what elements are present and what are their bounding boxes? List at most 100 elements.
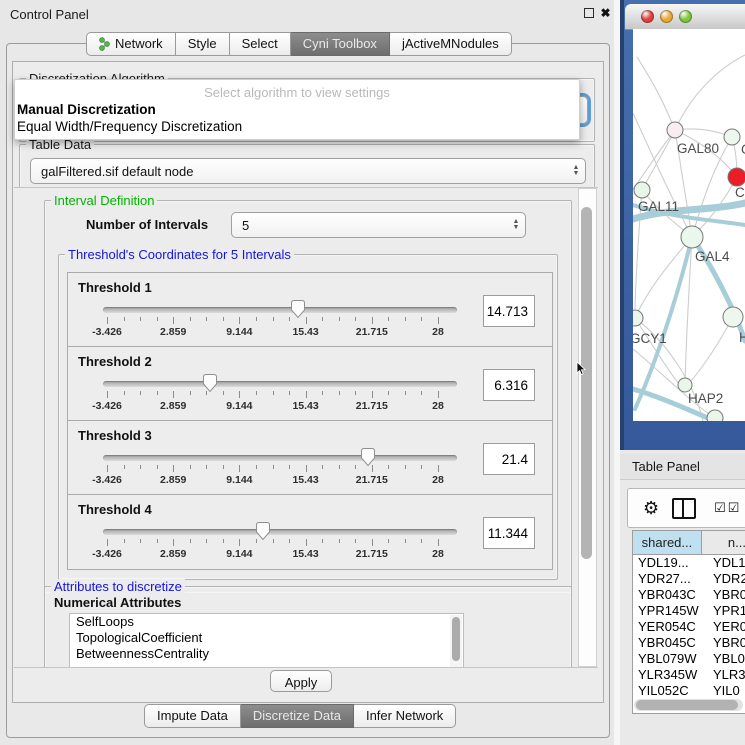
threshold-value-field[interactable]: 11.344 bbox=[483, 517, 535, 549]
table-data-combobox[interactable]: galFiltered.sif default node ▲▼ bbox=[30, 158, 586, 184]
tab-select[interactable]: Select bbox=[230, 32, 291, 56]
network-icon bbox=[99, 37, 110, 51]
column-header-name[interactable]: n... bbox=[702, 531, 745, 554]
column-header-shared[interactable]: shared... bbox=[633, 531, 702, 554]
window-title: Control Panel bbox=[10, 7, 89, 22]
apply-button[interactable]: Apply bbox=[270, 670, 332, 692]
cell-shared-name: YBR043C bbox=[633, 587, 708, 603]
threshold-value-field[interactable]: 21.4 bbox=[483, 443, 535, 475]
table-horizontal-scrollbar[interactable] bbox=[634, 699, 743, 711]
algorithm-option-1[interactable]: Equal Width/Frequency Discretization bbox=[17, 119, 577, 136]
threshold-value-field[interactable]: 6.316 bbox=[483, 369, 535, 401]
algorithm-option-0[interactable]: Manual Discretization bbox=[17, 102, 577, 119]
slider-thumb[interactable] bbox=[254, 521, 271, 541]
group-title: Threshold's Coordinates for 5 Intervals bbox=[65, 247, 294, 262]
slider-track[interactable] bbox=[103, 381, 457, 387]
tab-network[interactable]: Network bbox=[86, 32, 176, 56]
gear-icon[interactable]: ⚙ bbox=[643, 498, 659, 519]
slider-ticks bbox=[107, 465, 438, 473]
tab-jactivemnodules[interactable]: jActiveMNodules bbox=[390, 32, 512, 56]
threshold-slider[interactable]: -3.4262.8599.14415.4321.71528 bbox=[103, 447, 457, 487]
slider-track[interactable] bbox=[103, 529, 457, 535]
zoom-traffic-light[interactable] bbox=[679, 10, 692, 23]
network-node-hap2[interactable] bbox=[678, 378, 692, 392]
close-traffic-light[interactable] bbox=[641, 10, 654, 23]
threshold-slider[interactable]: -3.4262.8599.14415.4321.71528 bbox=[103, 299, 457, 339]
network-edge[interactable] bbox=[642, 130, 675, 190]
network-node-gal80[interactable] bbox=[667, 122, 683, 138]
threshold-value-field[interactable]: 14.713 bbox=[483, 295, 535, 327]
split-columns-icon[interactable] bbox=[672, 498, 696, 519]
slider-tick-labels: -3.4262.8599.14415.4321.71528 bbox=[107, 400, 438, 412]
cell-name: YBR0 bbox=[708, 587, 745, 603]
tab-label: Style bbox=[188, 33, 217, 55]
tab-style[interactable]: Style bbox=[176, 32, 230, 56]
network-canvas[interactable]: GAL80GCGAL11GAL4GCY1HHAP2 bbox=[633, 29, 745, 421]
tab-label: Impute Data bbox=[157, 705, 228, 727]
node-label: GAL11 bbox=[638, 199, 679, 214]
slider-thumb[interactable] bbox=[290, 299, 307, 319]
table-row[interactable]: YLR345WYLR3 bbox=[633, 667, 745, 683]
attribute-item-0[interactable]: SelfLoops bbox=[70, 614, 463, 630]
node-label: GCY1 bbox=[633, 331, 667, 346]
threshold-label: Threshold 3 bbox=[78, 428, 152, 443]
cell-shared-name: YER054C bbox=[633, 619, 708, 635]
table-header: shared... n... bbox=[633, 531, 745, 555]
table-data-group: Table Data galFiltered.sif default node … bbox=[19, 144, 595, 190]
table-row[interactable]: YDR27...YDR2 bbox=[633, 571, 745, 587]
network-node[interactable] bbox=[707, 410, 723, 421]
cell-name: YBR0 bbox=[708, 635, 745, 651]
threshold-slider[interactable]: -3.4262.8599.14415.4321.71528 bbox=[103, 373, 457, 413]
slider-thumb[interactable] bbox=[201, 373, 218, 393]
close-icon[interactable]: ✖ bbox=[599, 7, 612, 20]
node-label: H bbox=[739, 330, 745, 345]
number-of-intervals-combobox[interactable]: 5 ▲▼ bbox=[231, 212, 526, 238]
slider-tick-labels: -3.4262.8599.14415.4321.71528 bbox=[107, 326, 438, 338]
slider-thumb[interactable] bbox=[360, 447, 377, 467]
tab-infer-network[interactable]: Infer Network bbox=[354, 704, 456, 728]
slider-track[interactable] bbox=[103, 307, 457, 313]
threshold-label: Threshold 1 bbox=[78, 280, 152, 295]
tab-impute-data[interactable]: Impute Data bbox=[144, 704, 241, 728]
threshold-slider[interactable]: -3.4262.8599.14415.4321.71528 bbox=[103, 521, 457, 561]
network-edge[interactable] bbox=[675, 129, 732, 137]
numerical-attributes-label: Numerical Attributes bbox=[54, 595, 181, 610]
number-of-intervals-label: Number of Intervals bbox=[86, 217, 208, 232]
tab-label: Cyni Toolbox bbox=[303, 33, 377, 55]
network-edge[interactable] bbox=[633, 130, 675, 189]
checkbox-icons[interactable]: ☑☑ bbox=[714, 500, 741, 516]
table-row[interactable]: YBL079WYBL0 bbox=[633, 651, 745, 667]
scrollbar-thumb[interactable] bbox=[581, 207, 592, 559]
float-window-icon[interactable] bbox=[582, 7, 595, 20]
attribute-item-2[interactable]: BetweennessCentrality bbox=[70, 646, 463, 662]
network-edge[interactable] bbox=[675, 55, 745, 130]
group-title: Attributes to discretize bbox=[51, 579, 185, 594]
threshold-label: Threshold 4 bbox=[78, 502, 152, 517]
network-node-h[interactable] bbox=[723, 307, 743, 327]
slider-ticks bbox=[107, 391, 438, 399]
settings-vertical-scrollbar[interactable] bbox=[578, 188, 597, 667]
tab-discretize-data[interactable]: Discretize Data bbox=[241, 704, 354, 728]
attribute-item-1[interactable]: TopologicalCoefficient bbox=[70, 630, 463, 646]
network-node-c[interactable] bbox=[728, 168, 745, 186]
table-panel-toolbar: ⚙ ☑☑ bbox=[627, 488, 745, 528]
network-node-g[interactable] bbox=[724, 129, 740, 145]
node-label: GAL4 bbox=[695, 249, 730, 264]
network-edge[interactable] bbox=[691, 317, 733, 381]
table-row[interactable]: YBR043CYBR0 bbox=[633, 587, 745, 603]
table-row[interactable]: YER054CYER0 bbox=[633, 619, 745, 635]
node-label: GAL80 bbox=[677, 141, 719, 156]
tab-cyni-toolbox[interactable]: Cyni Toolbox bbox=[291, 32, 390, 56]
table-row[interactable]: YIL052CYIL0 bbox=[633, 683, 745, 697]
minimize-traffic-light[interactable] bbox=[660, 10, 673, 23]
algorithm-hint: Select algorithm to view settings bbox=[15, 85, 579, 100]
slider-track[interactable] bbox=[103, 455, 457, 461]
table-row[interactable]: YDL19...YDL1 bbox=[633, 555, 745, 571]
threshold-panel-4: Threshold 4 -3.4262.8599.14415.4321.71528… bbox=[67, 494, 553, 570]
network-edge[interactable] bbox=[637, 57, 675, 130]
network-node-gal11[interactable] bbox=[634, 182, 650, 198]
table-row[interactable]: YPR145WYPR1 bbox=[633, 603, 745, 619]
network-node-gal4[interactable] bbox=[681, 226, 703, 248]
table-row[interactable]: YBR045CYBR0 bbox=[633, 635, 745, 651]
attributes-scrollbar[interactable] bbox=[450, 615, 462, 667]
